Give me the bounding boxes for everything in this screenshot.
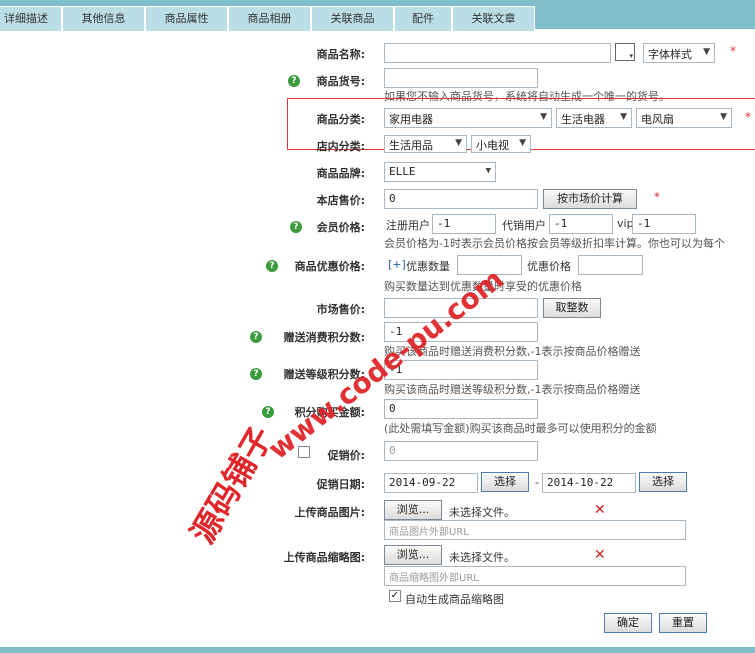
promote-end-date-input[interactable]: 2014-10-22 bbox=[542, 473, 636, 493]
promo-qty-label: 优惠数量 bbox=[406, 260, 450, 273]
goods-image-browse-button[interactable]: 浏览... bbox=[384, 500, 442, 520]
vip-price-input[interactable]: -1 bbox=[632, 214, 696, 234]
round-price-button[interactable]: 取整数 bbox=[543, 298, 601, 318]
required-mark: * bbox=[654, 190, 660, 204]
chevron-down-icon: ▼ bbox=[455, 138, 462, 148]
submit-button[interactable]: 确定 bbox=[604, 613, 652, 633]
tab-linked-goods[interactable]: 关联商品 bbox=[311, 6, 394, 31]
tab-description[interactable]: 详细描述 bbox=[0, 6, 62, 31]
date-separator: - bbox=[535, 476, 539, 489]
error-icon: ✕ bbox=[594, 502, 606, 518]
agent-user-price-input[interactable]: -1 bbox=[549, 214, 613, 234]
shop-category-level2-select[interactable]: 小电视 ▼ bbox=[471, 135, 531, 153]
required-mark: * bbox=[745, 110, 751, 124]
goods-sn-input[interactable] bbox=[384, 68, 538, 88]
tab-gallery[interactable]: 商品相册 bbox=[228, 6, 311, 31]
calc-by-market-price-button[interactable]: 按市场价计算 bbox=[543, 189, 637, 209]
required-mark: * bbox=[730, 44, 736, 58]
add-promo-link[interactable]: [+] bbox=[388, 258, 406, 271]
chevron-down-icon: ▼ bbox=[720, 112, 727, 122]
category-level2-select[interactable]: 生活电器 ▼ bbox=[556, 108, 632, 128]
goods-name-label: 商品名称: bbox=[316, 48, 365, 61]
brand-select[interactable]: ELLE ▼ bbox=[384, 162, 496, 182]
goods-name-input[interactable] bbox=[384, 43, 611, 63]
shop-category-level1-select[interactable]: 生活用品 ▼ bbox=[384, 135, 467, 153]
shop-category-label: 店内分类: bbox=[316, 140, 365, 153]
chevron-down-icon: ▼ bbox=[485, 166, 491, 176]
shop-price-label: 本店售价: bbox=[316, 194, 365, 207]
goods-image-url-input[interactable]: 商品图片外部URL bbox=[384, 520, 686, 540]
tab-bar: 详细描述 其他信息 商品属性 商品相册 关联商品 配件 关联文章 bbox=[0, 0, 755, 31]
chevron-down-icon: ▼ bbox=[703, 47, 710, 57]
auto-thumb-label: 自动生成商品缩略图 bbox=[405, 593, 504, 606]
promote-end-date-select-button[interactable]: 选择 bbox=[639, 472, 687, 492]
agent-user-label: 代销用户 bbox=[502, 219, 546, 232]
give-integral-label: 赠送消费积分数: bbox=[283, 331, 365, 344]
goods-thumb-filename: 未选择文件。 bbox=[449, 551, 515, 564]
chevron-down-icon: ▼ bbox=[620, 112, 627, 122]
tab-other-info[interactable]: 其他信息 bbox=[62, 6, 145, 31]
color-picker-button[interactable]: ▾ bbox=[615, 43, 635, 61]
tab-attributes[interactable]: 商品属性 bbox=[145, 6, 228, 31]
market-price-label: 市场售价: bbox=[316, 303, 365, 316]
integral-amount-input[interactable]: 0 bbox=[384, 399, 538, 419]
bottom-bar bbox=[0, 647, 755, 653]
member-price-note: 会员价格为-1时表示会员价格按会员等级折扣率计算。你也可以为每个 bbox=[384, 237, 725, 250]
member-price-label: 会员价格: bbox=[316, 221, 365, 234]
rank-integral-note: 购买该商品时赠送等级积分数,-1表示按商品价格赠送 bbox=[384, 383, 641, 396]
chevron-down-icon: ▼ bbox=[540, 112, 547, 122]
goods-sn-note: 如果您不输入商品货号，系统将自动生成一个唯一的货号。 bbox=[384, 90, 670, 103]
promote-start-date-input[interactable]: 2014-09-22 bbox=[384, 473, 478, 493]
category-level3-select[interactable]: 电风扇 ▼ bbox=[636, 108, 732, 128]
category-level1-select[interactable]: 家用电器 ▼ bbox=[384, 108, 552, 128]
chevron-down-icon: ▼ bbox=[519, 138, 526, 148]
tab-linked-articles[interactable]: 关联文章 bbox=[452, 6, 535, 31]
error-icon: ✕ bbox=[594, 547, 606, 563]
shop-price-input[interactable]: 0 bbox=[384, 189, 538, 209]
goods-thumb-browse-button[interactable]: 浏览... bbox=[384, 545, 442, 565]
goods-image-filename: 未选择文件。 bbox=[449, 506, 515, 519]
promo-price-input[interactable] bbox=[578, 255, 643, 275]
goods-thumb-url-input[interactable]: 商品缩略图外部URL bbox=[384, 566, 686, 586]
goods-sn-label: 商品货号: bbox=[316, 75, 365, 88]
promo-price-field-label: 优惠价格 bbox=[527, 260, 571, 273]
registered-user-label: 注册用户 bbox=[386, 219, 430, 232]
promote-start-date-select-button[interactable]: 选择 bbox=[481, 472, 529, 492]
registered-user-price-input[interactable]: -1 bbox=[432, 214, 496, 234]
auto-thumb-checkbox[interactable]: ✓ bbox=[389, 590, 401, 602]
integral-amount-note: (此处需填写金额)购买该商品时最多可以使用积分的金额 bbox=[384, 422, 657, 435]
reset-button[interactable]: 重置 bbox=[659, 613, 707, 633]
promo-price-label: 商品优惠价格: bbox=[294, 260, 365, 273]
tab-accessories[interactable]: 配件 bbox=[394, 6, 452, 31]
promote-price-label: 促销价: bbox=[327, 449, 365, 462]
promote-price-input[interactable]: 0 bbox=[384, 441, 538, 461]
promote-date-label: 促销日期: bbox=[316, 478, 365, 491]
goods-thumb-label: 上传商品缩略图: bbox=[283, 551, 365, 564]
category-label: 商品分类: bbox=[316, 113, 365, 126]
goods-image-label: 上传商品图片: bbox=[294, 506, 365, 519]
brand-label: 商品品牌: bbox=[316, 167, 365, 180]
dropdown-icon: ▾ bbox=[629, 52, 633, 60]
font-style-select[interactable]: 字体样式 ▼ bbox=[643, 43, 715, 63]
